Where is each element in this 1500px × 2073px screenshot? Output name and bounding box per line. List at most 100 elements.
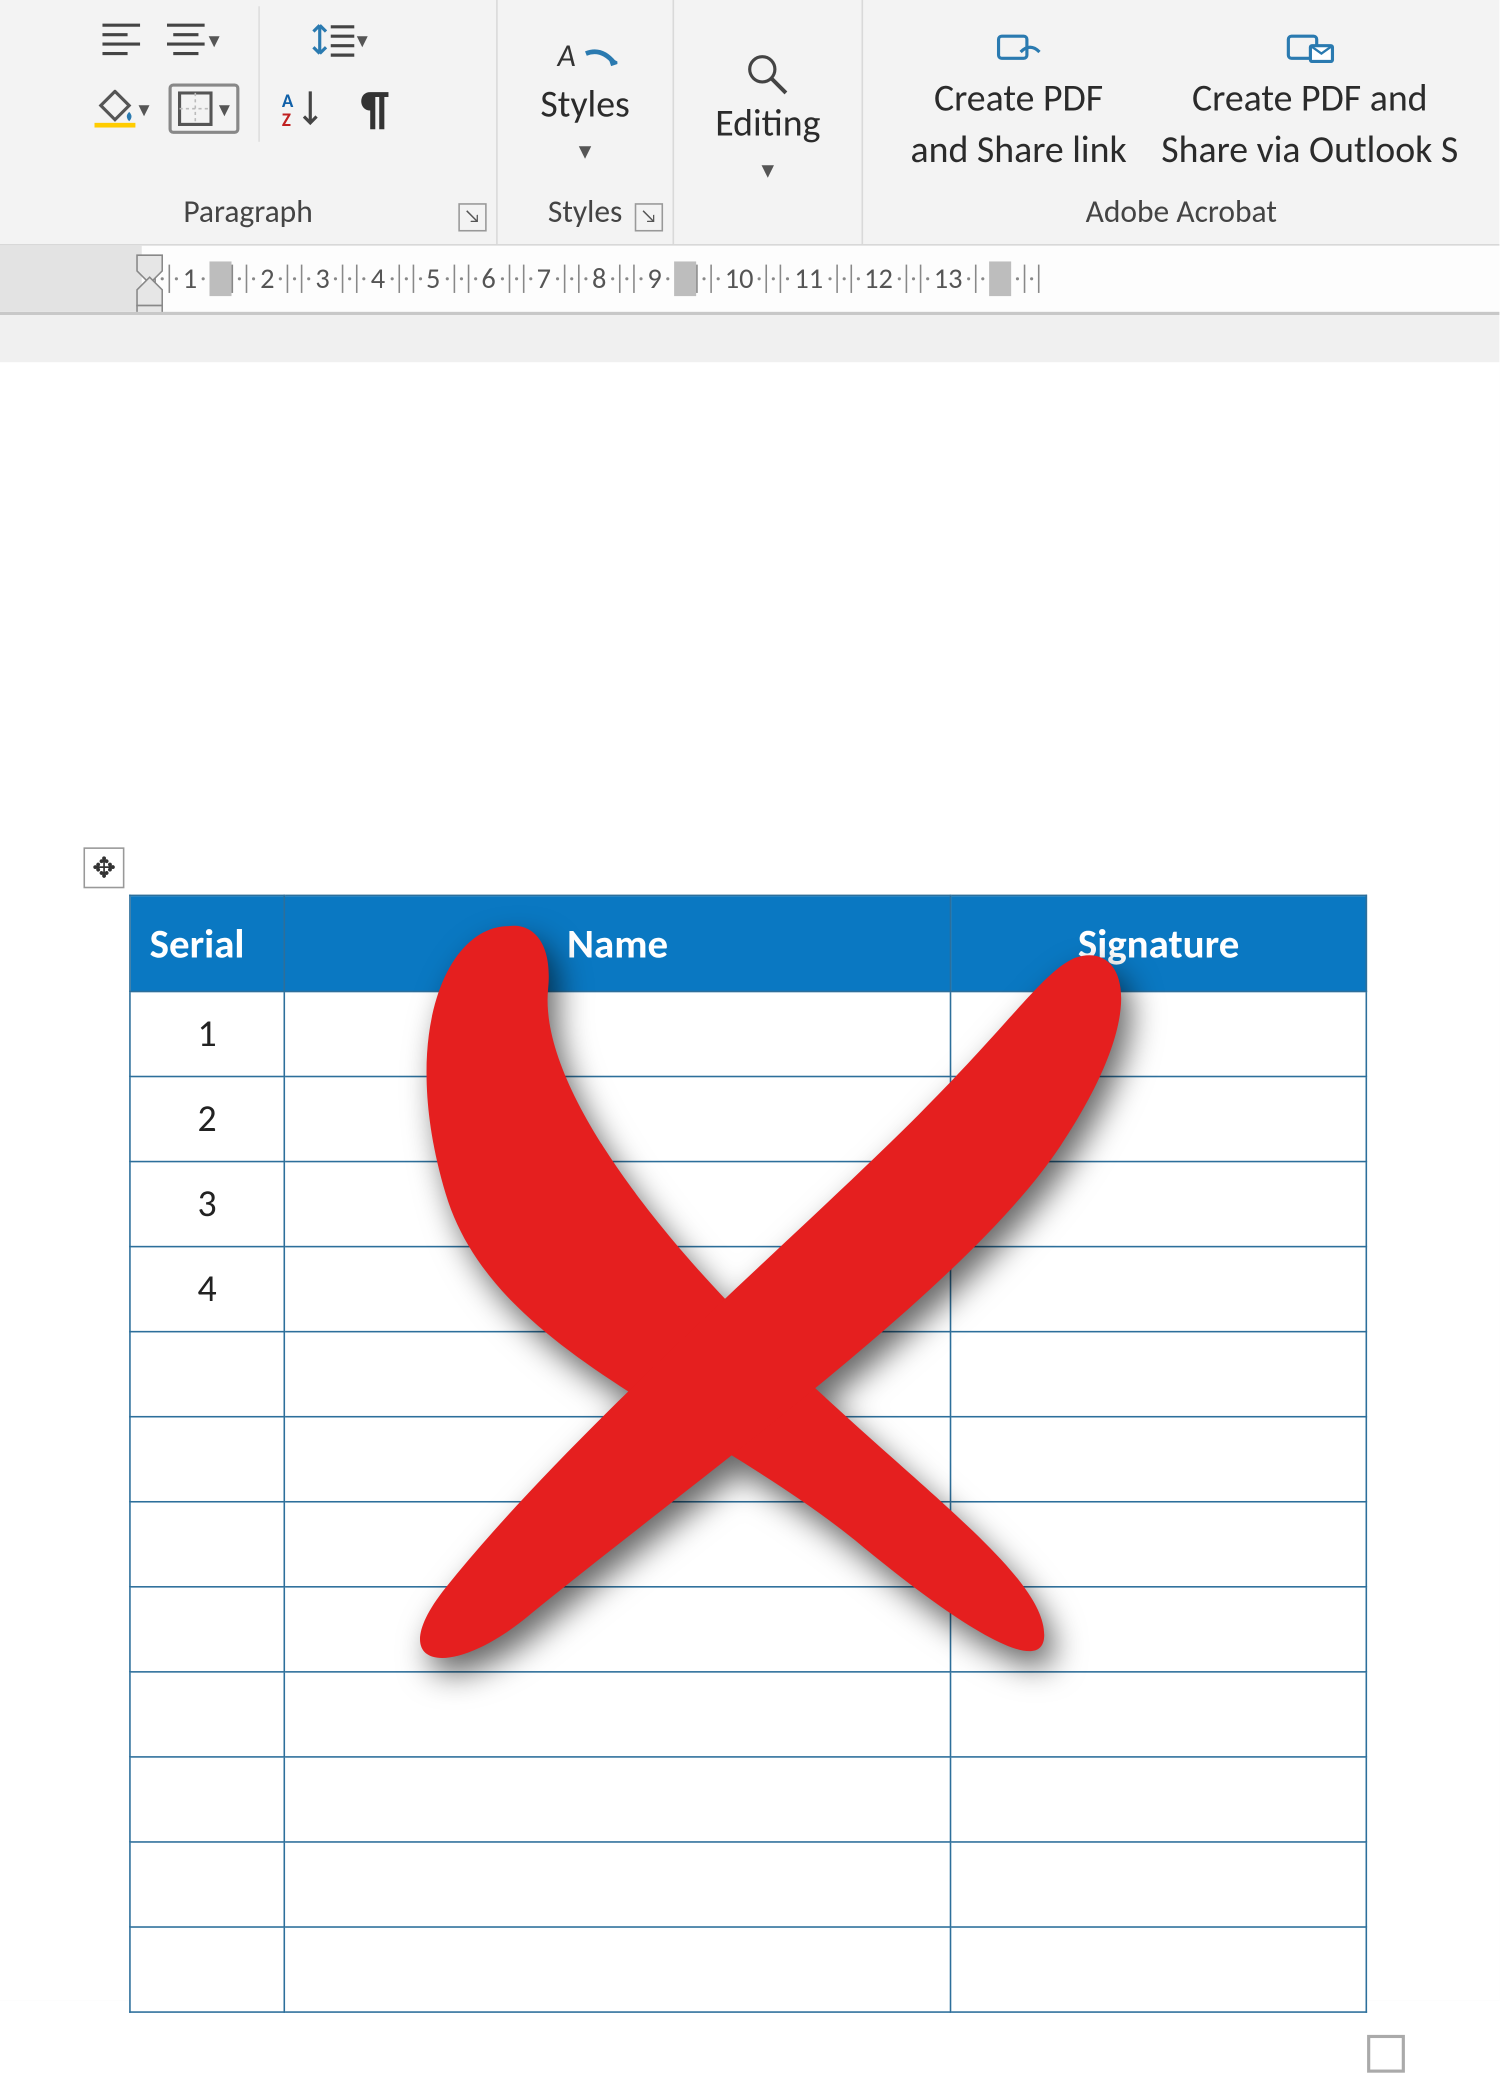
ruler-number: 11 (794, 261, 823, 296)
cell-serial[interactable] (130, 1672, 284, 1757)
document-area: ✥ Serial Name Signature 1234 (0, 315, 1499, 2000)
styles-group: A Styles ▾ Styles (498, 0, 674, 244)
cell-signature[interactable] (951, 1842, 1366, 1927)
table-row[interactable] (130, 1417, 1366, 1502)
cell-serial[interactable] (130, 1757, 284, 1842)
table-header-row: Serial Name Signature (130, 895, 1366, 991)
cell-name[interactable] (284, 1162, 951, 1247)
cell-serial[interactable] (130, 1417, 284, 1502)
sort-button[interactable]: AZ (276, 82, 330, 136)
cell-name[interactable] (284, 991, 951, 1076)
indent-marker[interactable] (134, 246, 166, 315)
ruler-tab-stop[interactable] (989, 261, 1011, 296)
cell-signature[interactable] (951, 1757, 1366, 1842)
ruler-number: 12 (864, 261, 893, 296)
ruler-number: 7 (537, 261, 551, 296)
cell-serial[interactable] (130, 1842, 284, 1927)
align-left-icon[interactable] (94, 13, 148, 67)
editing-group: Editing ▾ (674, 0, 863, 244)
chevron-down-icon: ▾ (761, 154, 774, 186)
svg-text:A: A (556, 38, 575, 73)
cell-signature[interactable] (951, 1587, 1366, 1672)
cell-name[interactable] (284, 1077, 951, 1162)
table-move-handle[interactable]: ✥ (83, 847, 124, 888)
ruler-number: 1 (183, 261, 197, 296)
cell-signature[interactable] (951, 1502, 1366, 1587)
ruler-number: 4 (371, 261, 385, 296)
cell-name[interactable] (284, 1502, 951, 1587)
ruler-number: 10 (725, 261, 754, 296)
cell-signature[interactable] (951, 1162, 1366, 1247)
cell-name[interactable] (284, 1587, 951, 1672)
cell-serial[interactable]: 3 (130, 1162, 284, 1247)
table-row[interactable]: 1 (130, 991, 1366, 1076)
table-row[interactable]: 3 (130, 1162, 1366, 1247)
cell-signature[interactable] (951, 1247, 1366, 1332)
cell-serial[interactable] (130, 1502, 284, 1587)
paragraph-group-label: Paragraph (183, 194, 312, 232)
horizontal-ruler[interactable]: 12345678910111213 (0, 246, 1499, 315)
ruler-number: 6 (481, 261, 495, 296)
cell-signature[interactable] (951, 991, 1366, 1076)
cell-signature[interactable] (951, 1672, 1366, 1757)
ruler-number: 2 (260, 261, 274, 296)
header-serial[interactable]: Serial (130, 895, 284, 991)
cell-serial[interactable]: 2 (130, 1077, 284, 1162)
cell-signature[interactable] (951, 1417, 1366, 1502)
borders-button[interactable]: ▾ (169, 83, 240, 133)
ruler-tab-stop[interactable] (210, 261, 232, 296)
shading-button[interactable]: ▾ (94, 82, 149, 136)
cell-name[interactable] (284, 1842, 951, 1927)
adobe-acrobat-group-label: Adobe Acrobat (1086, 194, 1277, 232)
table-row[interactable] (130, 1842, 1366, 1927)
pdf-outlook-icon (1278, 26, 1341, 70)
create-pdf-share-link-button[interactable]: Create PDF and Share link (898, 17, 1139, 174)
ruler-number: 8 (592, 261, 606, 296)
table-row[interactable]: 4 (130, 1247, 1366, 1332)
pdf-link-icon (987, 26, 1050, 70)
header-name[interactable]: Name (284, 895, 951, 991)
document-table[interactable]: Serial Name Signature 1234 (129, 895, 1367, 2013)
cell-serial[interactable]: 4 (130, 1247, 284, 1332)
show-hide-paragraph-button[interactable]: ¶ (348, 82, 402, 136)
styles-group-label: Styles (548, 194, 623, 232)
ruler-number: 9 (647, 261, 661, 296)
cell-signature[interactable] (951, 1077, 1366, 1162)
paragraph-group: ▾ ▾ ▾ (0, 0, 498, 244)
create-pdf-outlook-button[interactable]: Create PDF and Share via Outlook S (1155, 17, 1465, 174)
table-row[interactable] (130, 1757, 1366, 1842)
cell-signature[interactable] (951, 1332, 1366, 1417)
cell-serial[interactable]: 1 (130, 991, 284, 1076)
line-spacing-button[interactable]: ▾ (276, 13, 402, 67)
table-resize-handle[interactable] (1367, 2035, 1405, 2073)
ruler-number: 3 (315, 261, 329, 296)
cell-name[interactable] (284, 1417, 951, 1502)
cell-name[interactable] (284, 1332, 951, 1417)
ruler-tab-stop[interactable] (674, 261, 696, 296)
table-row[interactable] (130, 1502, 1366, 1587)
cell-serial[interactable] (130, 1927, 284, 2012)
header-signature[interactable]: Signature (951, 895, 1366, 991)
cell-name[interactable] (284, 1757, 951, 1842)
cell-name[interactable] (284, 1247, 951, 1332)
styles-button[interactable]: A Styles ▾ (515, 24, 655, 167)
ruler-number: 13 (934, 261, 963, 296)
table-row[interactable] (130, 1587, 1366, 1672)
cell-serial[interactable] (130, 1587, 284, 1672)
table-row[interactable] (130, 1927, 1366, 2012)
cell-name[interactable] (284, 1927, 951, 2012)
align-dropdown[interactable]: ▾ (167, 13, 221, 67)
editing-button[interactable]: Editing ▾ (690, 43, 846, 186)
svg-text:Z: Z (282, 109, 291, 129)
cell-signature[interactable] (951, 1927, 1366, 2012)
table-row[interactable] (130, 1672, 1366, 1757)
adobe-acrobat-group: Create PDF and Share link Create PDF and… (863, 0, 1499, 244)
search-icon (736, 52, 799, 96)
styles-launcher[interactable] (635, 203, 663, 231)
cell-serial[interactable] (130, 1332, 284, 1417)
paragraph-launcher[interactable] (458, 203, 486, 231)
chevron-down-icon: ▾ (579, 135, 592, 167)
table-row[interactable]: 2 (130, 1077, 1366, 1162)
table-row[interactable] (130, 1332, 1366, 1417)
cell-name[interactable] (284, 1672, 951, 1757)
